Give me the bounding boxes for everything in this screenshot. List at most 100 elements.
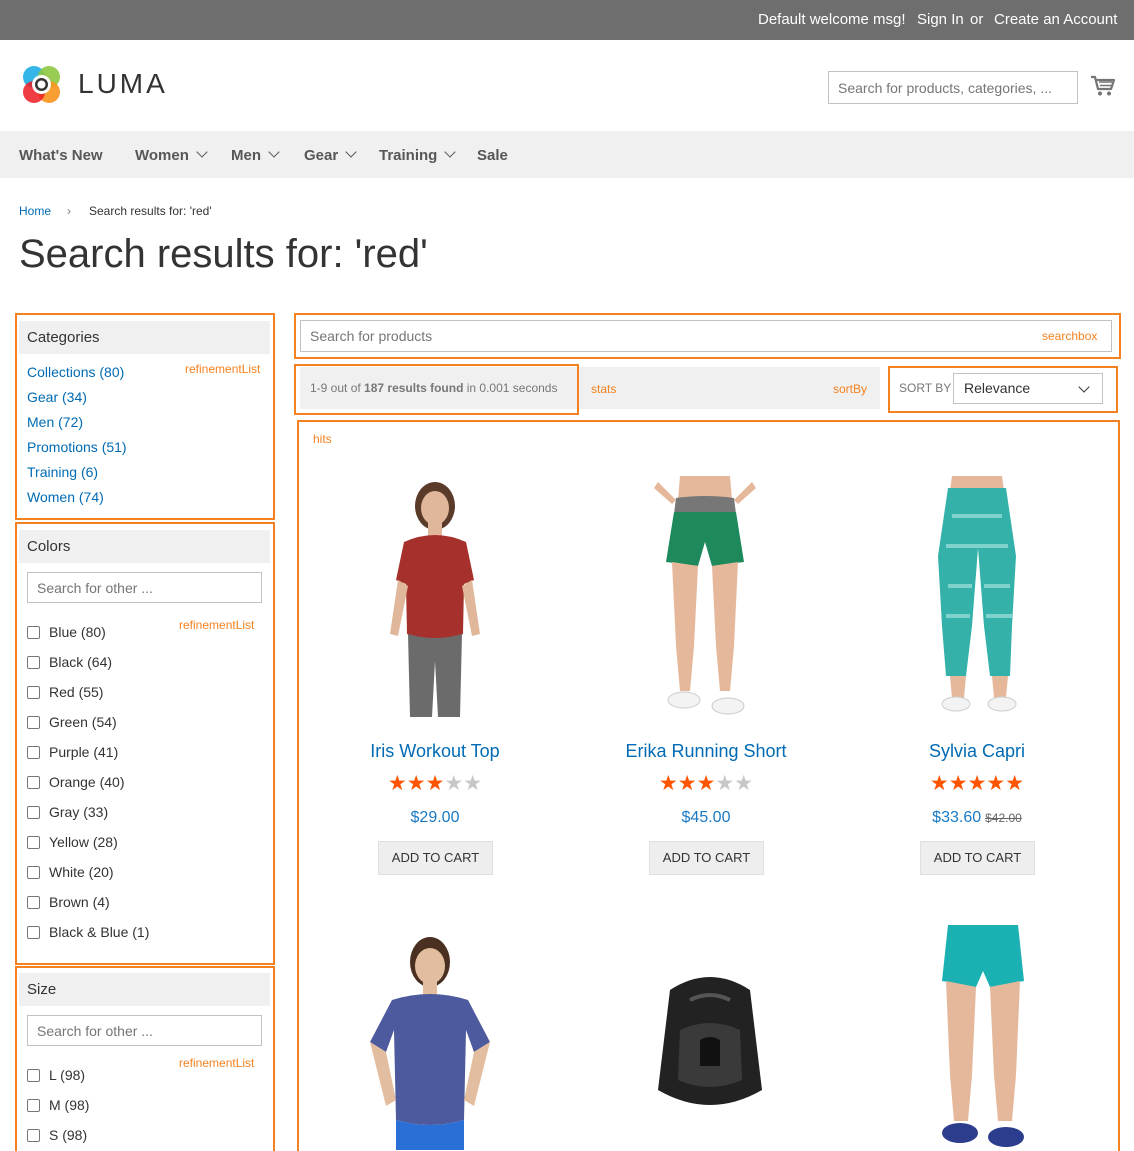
option-label: White (20): [49, 864, 114, 880]
color-option[interactable]: Brown (4): [27, 893, 110, 911]
category-link[interactable]: Gear (34): [27, 389, 87, 405]
option-label: M (98): [49, 1097, 90, 1113]
product-name[interactable]: Iris Workout Top: [305, 741, 565, 762]
checkbox[interactable]: [27, 625, 40, 639]
color-option[interactable]: Gray (33): [27, 803, 108, 821]
product-search-input[interactable]: [300, 320, 1112, 352]
product-image[interactable]: [912, 476, 1042, 717]
checkbox[interactable]: [27, 1128, 40, 1142]
product-image[interactable]: [918, 925, 1048, 1150]
product-image[interactable]: [650, 970, 770, 1120]
category-link[interactable]: Promotions (51): [27, 439, 127, 455]
nav-item-label: Men: [231, 147, 261, 164]
checkbox[interactable]: [27, 805, 40, 819]
category-link[interactable]: Men (72): [27, 414, 83, 430]
option-label: Yellow (28): [49, 834, 118, 850]
nav-item-women[interactable]: Women: [135, 146, 208, 164]
checkbox[interactable]: [27, 865, 40, 879]
sort-by-label: SORT BY: [899, 381, 952, 395]
color-option[interactable]: Black (64): [27, 653, 112, 671]
size-facet-title: Size: [19, 973, 270, 1006]
checkbox[interactable]: [27, 775, 40, 789]
option-label: L (98): [49, 1067, 86, 1083]
breadcrumb-home[interactable]: Home: [19, 204, 51, 218]
product-price: $45.00: [576, 809, 836, 827]
category-link[interactable]: Training (6): [27, 464, 98, 480]
size-option[interactable]: M (98): [27, 1096, 89, 1114]
stats-count: 187 results found: [364, 381, 464, 395]
nav-item-label: Training: [379, 147, 438, 164]
nav-item-whats-new[interactable]: What's New: [19, 147, 103, 164]
color-option[interactable]: Red (55): [27, 683, 103, 701]
product-name[interactable]: Erika Running Short: [576, 741, 836, 762]
checkbox[interactable]: [27, 925, 40, 939]
header-search-input[interactable]: [828, 71, 1078, 104]
stats-suffix: in 0.001 seconds: [463, 381, 558, 395]
color-option[interactable]: White (20): [27, 863, 114, 881]
checkbox[interactable]: [27, 655, 40, 669]
product-image[interactable]: [370, 476, 500, 717]
checkbox[interactable]: [27, 1068, 40, 1082]
color-option[interactable]: Yellow (28): [27, 833, 118, 851]
option-label: Black (64): [49, 654, 113, 670]
size-option[interactable]: L (98): [27, 1066, 85, 1084]
logo-text[interactable]: LUMA: [78, 68, 168, 100]
chevron-down-icon: [268, 146, 280, 158]
sort-by-select[interactable]: Relevance: [953, 373, 1103, 404]
nav-item-sale[interactable]: Sale: [477, 147, 508, 164]
price-value: $45.00: [681, 809, 731, 826]
option-label: Purple (41): [49, 744, 119, 760]
checkbox[interactable]: [27, 745, 40, 759]
refinement-list-label: refinementList: [179, 618, 255, 632]
option-label: Black & Blue (1): [49, 924, 150, 940]
colors-facet-title: Colors: [19, 530, 270, 563]
stats-prefix: 1-9 out of: [310, 381, 365, 395]
option-label: Green (54): [49, 714, 117, 730]
top-bar: Default welcome msg! Sign In or Create a…: [0, 0, 1134, 40]
nav-item-men[interactable]: Men: [231, 146, 280, 164]
colors-search-input[interactable]: [27, 572, 262, 603]
color-option[interactable]: Green (54): [27, 713, 117, 731]
size-search-input[interactable]: [27, 1015, 262, 1046]
rating-stars: ★★★★★: [929, 772, 1025, 795]
sort-selected-value: Relevance: [964, 380, 1031, 396]
color-option[interactable]: Purple (41): [27, 743, 118, 761]
checkbox[interactable]: [27, 685, 40, 699]
category-link[interactable]: Collections (80): [27, 364, 124, 380]
nav-item-training[interactable]: Training: [379, 146, 457, 164]
checkbox[interactable]: [27, 1098, 40, 1112]
product-image[interactable]: [340, 930, 520, 1150]
create-account-link[interactable]: Create an Account: [994, 11, 1117, 28]
product-image[interactable]: [640, 476, 770, 717]
welcome-message: Default welcome msg!: [758, 11, 906, 28]
color-option[interactable]: Orange (40): [27, 773, 124, 791]
results-stats: 1-9 out of 187 results found in 0.001 se…: [310, 381, 557, 395]
rating-stars: ★★★★★: [387, 772, 483, 795]
nav-item-label: Gear: [304, 147, 339, 164]
cart-icon[interactable]: [1090, 74, 1116, 98]
checkbox[interactable]: [27, 835, 40, 849]
searchbox-label: searchbox: [1042, 329, 1098, 343]
luma-logo-icon[interactable]: [18, 62, 64, 108]
category-link[interactable]: Women (74): [27, 489, 104, 505]
option-label: Gray (33): [49, 804, 109, 820]
option-label: Brown (4): [49, 894, 110, 910]
checkbox[interactable]: [27, 715, 40, 729]
product-name[interactable]: Sylvia Capri: [847, 741, 1107, 762]
sortby-widget-label: sortBy: [833, 382, 868, 396]
add-to-cart-button[interactable]: ADD TO CART: [378, 841, 493, 875]
size-option[interactable]: S (98): [27, 1126, 87, 1144]
nav-item-gear[interactable]: Gear: [304, 146, 357, 164]
breadcrumb-separator: ›: [67, 204, 71, 218]
price-value: $33.60: [932, 809, 982, 826]
checkbox[interactable]: [27, 895, 40, 909]
add-to-cart-button[interactable]: ADD TO CART: [649, 841, 764, 875]
chevron-down-icon: [196, 146, 208, 158]
sign-in-link[interactable]: Sign In: [917, 11, 964, 28]
categories-facet-title: Categories: [19, 321, 270, 354]
color-option[interactable]: Black & Blue (1): [27, 923, 149, 941]
chevron-down-icon: [345, 146, 357, 158]
add-to-cart-button[interactable]: ADD TO CART: [920, 841, 1035, 875]
page-title: Search results for: 'red': [19, 232, 428, 276]
color-option[interactable]: Blue (80): [27, 623, 106, 641]
